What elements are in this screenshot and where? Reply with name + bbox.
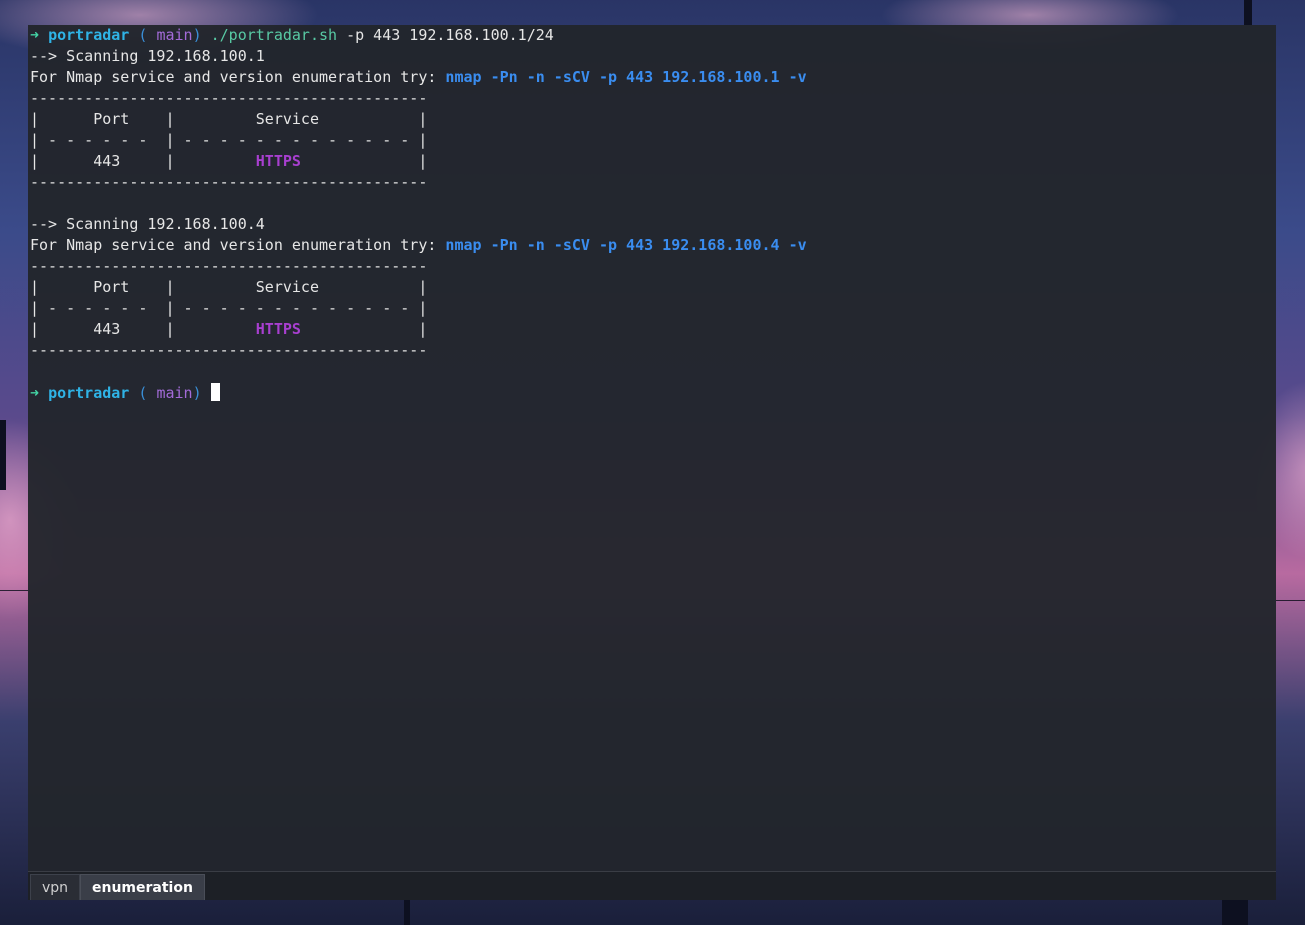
command-args: -p 443 192.168.100.1/24: [337, 26, 554, 44]
prompt-directory: portradar: [48, 384, 130, 402]
prompt-paren: (: [138, 26, 148, 44]
prompt-line[interactable]: ➜ portradar ( main): [30, 382, 1276, 404]
nmap-command[interactable]: nmap -Pn -n -sCV -p 443 192.168.100.4 -v: [445, 236, 806, 254]
nmap-hint: For Nmap service and version enumeration…: [30, 235, 1276, 256]
prompt-line: ➜ portradar ( main) ./portradar.sh -p 44…: [30, 25, 1276, 46]
text-cursor[interactable]: [210, 383, 220, 401]
prompt-arrow-icon: ➜: [30, 384, 40, 402]
table-row: | 443 | HTTPS |: [30, 319, 1276, 340]
prompt-directory: portradar: [48, 26, 130, 44]
prompt-paren: ): [192, 26, 202, 44]
service-cell: HTTPS: [255, 320, 301, 338]
port-cell: | 443 |: [30, 320, 256, 338]
table-header: | Port | Service |: [30, 110, 428, 128]
table-row: | 443 | HTTPS |: [30, 151, 1276, 172]
tab-enumeration[interactable]: enumeration: [80, 874, 205, 900]
table-border: ----------------------------------------…: [30, 173, 428, 191]
port-cell: | 443 |: [30, 152, 256, 170]
table-separator: | - - - - - - | - - - - - - - - - - - - …: [30, 131, 428, 149]
prompt-paren: (: [138, 384, 148, 402]
git-branch-name: main: [156, 26, 193, 44]
tab-vpn[interactable]: vpn: [30, 874, 81, 900]
terminal-window[interactable]: ➜ portradar ( main) ./portradar.sh -p 44…: [28, 25, 1276, 900]
table-cell-end: |: [300, 152, 428, 170]
scan-header: --> Scanning 192.168.100.1: [30, 47, 265, 65]
prompt-paren: ): [192, 384, 202, 402]
nmap-hint: For Nmap service and version enumeration…: [30, 67, 1276, 88]
prompt-arrow-icon: ➜: [30, 26, 40, 44]
nmap-command[interactable]: nmap -Pn -n -sCV -p 443 192.168.100.1 -v: [445, 68, 806, 86]
tab-bar: vpn enumeration: [28, 871, 1276, 900]
table-separator: | - - - - - - | - - - - - - - - - - - - …: [30, 299, 428, 317]
table-border: ----------------------------------------…: [30, 89, 428, 107]
nmap-hint-text: For Nmap service and version enumeration…: [30, 68, 446, 86]
table-border: ----------------------------------------…: [30, 341, 428, 359]
table-header: | Port | Service |: [30, 278, 428, 296]
git-branch-name: main: [156, 384, 193, 402]
nmap-hint-text: For Nmap service and version enumeration…: [30, 236, 446, 254]
scan-header: --> Scanning 192.168.100.4: [30, 215, 265, 233]
command-name: ./portradar.sh: [210, 26, 338, 44]
table-cell-end: |: [300, 320, 428, 338]
table-border: ----------------------------------------…: [30, 257, 428, 275]
service-cell: HTTPS: [255, 152, 301, 170]
terminal-output: ➜ portradar ( main) ./portradar.sh -p 44…: [28, 25, 1276, 404]
